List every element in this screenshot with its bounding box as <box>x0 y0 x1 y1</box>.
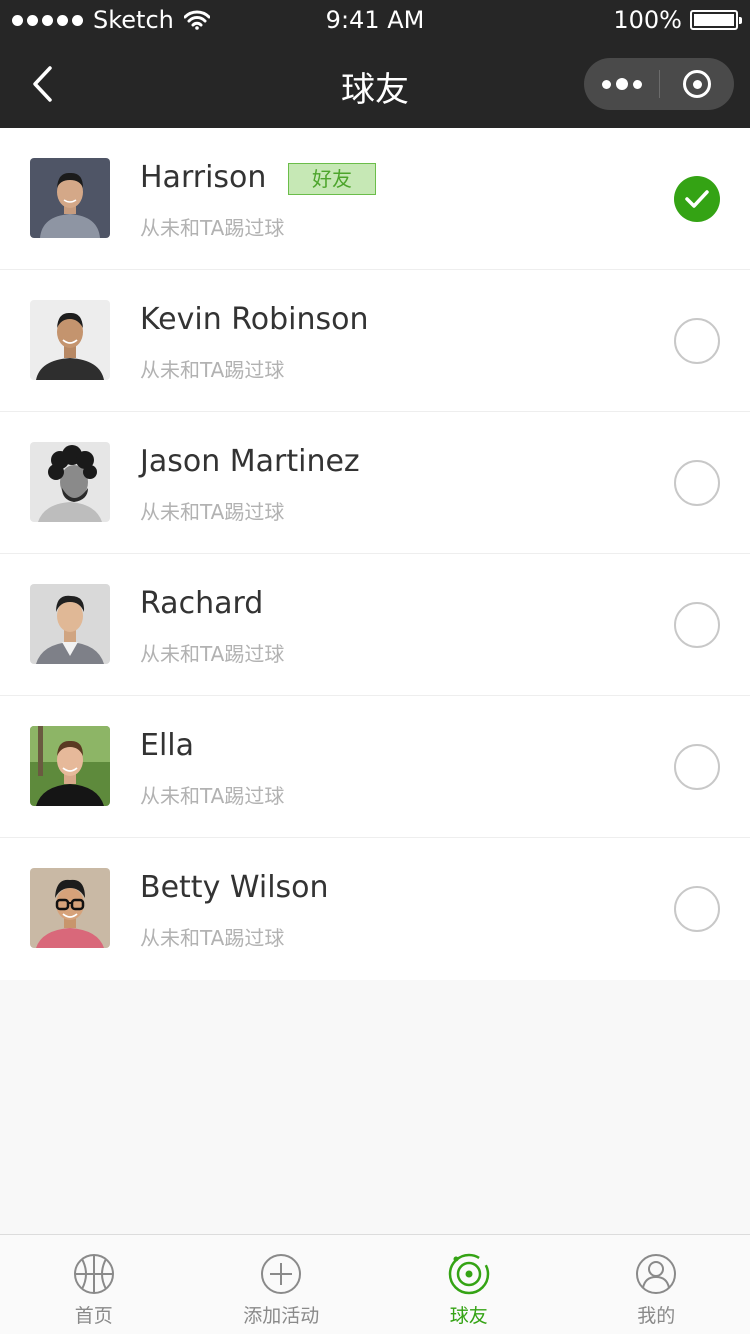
friend-row-ella[interactable]: Ella 从未和TA踢过球 <box>0 696 750 838</box>
plus-circle-icon <box>261 1254 302 1294</box>
friend-subtitle: 从未和TA踢过球 <box>140 642 285 666</box>
more-options-icon[interactable] <box>584 58 659 110</box>
select-checkbox[interactable] <box>674 886 720 932</box>
select-checkbox[interactable] <box>674 602 720 648</box>
friend-subtitle: 从未和TA踢过球 <box>140 358 285 382</box>
avatar <box>30 584 110 664</box>
avatar <box>30 868 110 948</box>
tab-add-activity[interactable]: 添加活动 <box>188 1235 376 1334</box>
friend-name: Rachard <box>140 586 264 621</box>
select-checkbox[interactable] <box>674 460 720 506</box>
user-icon <box>636 1254 677 1294</box>
avatar <box>30 300 110 380</box>
friend-row-rachard[interactable]: Rachard 从未和TA踢过球 <box>0 554 750 696</box>
checkmark-icon <box>685 190 709 208</box>
status-right: 100% <box>613 6 742 34</box>
target-icon <box>448 1253 489 1295</box>
close-miniprogram-icon[interactable] <box>660 58 734 110</box>
mini-program-capsule <box>584 58 734 110</box>
tab-label: 我的 <box>637 1305 676 1327</box>
tab-label: 添加活动 <box>243 1305 320 1327</box>
friend-subtitle: 从未和TA踢过球 <box>140 784 285 808</box>
friend-name: Kevin Robinson <box>140 302 369 337</box>
select-checkbox[interactable] <box>674 318 720 364</box>
battery-icon <box>690 10 742 30</box>
friend-name: Betty Wilson <box>140 870 329 905</box>
friend-name: Jason Martinez <box>140 444 360 479</box>
avatar <box>30 726 110 806</box>
friend-name: Harrison <box>140 160 267 195</box>
select-checkbox-checked[interactable] <box>674 176 720 222</box>
nav-bar: 球友 <box>0 40 750 128</box>
tab-label: 球友 <box>449 1305 488 1327</box>
friend-subtitle: 从未和TA踢过球 <box>140 926 285 950</box>
friend-row-jason-martinez[interactable]: Jason Martinez 从未和TA踢过球 <box>0 412 750 554</box>
tab-home[interactable]: 首页 <box>0 1235 188 1334</box>
friend-subtitle: 从未和TA踢过球 <box>140 500 285 524</box>
select-checkbox[interactable] <box>674 744 720 790</box>
friend-row-betty-wilson[interactable]: Betty Wilson 从未和TA踢过球 <box>0 838 750 980</box>
avatar <box>30 158 110 238</box>
status-bar: Sketch 9:41 AM 100% <box>0 0 750 40</box>
basketball-icon <box>73 1254 114 1294</box>
friend-row-harrison[interactable]: Harrison 好友 从未和TA踢过球 <box>0 128 750 270</box>
friend-name: Ella <box>140 728 195 763</box>
tab-label: 首页 <box>74 1305 113 1327</box>
tab-friends[interactable]: 球友 <box>375 1235 563 1334</box>
friend-subtitle: 从未和TA踢过球 <box>140 216 285 240</box>
bottom-tab-bar: 首页 添加活动 球友 我的 <box>0 1234 750 1334</box>
friend-row-kevin-robinson[interactable]: Kevin Robinson 从未和TA踢过球 <box>0 270 750 412</box>
tab-me[interactable]: 我的 <box>563 1235 750 1334</box>
friend-list: Harrison 好友 从未和TA踢过球 Kevin Robinson 从未和T… <box>0 128 750 980</box>
avatar <box>30 442 110 522</box>
friend-tag-badge: 好友 <box>288 163 376 195</box>
battery-label: 100% <box>613 6 682 34</box>
